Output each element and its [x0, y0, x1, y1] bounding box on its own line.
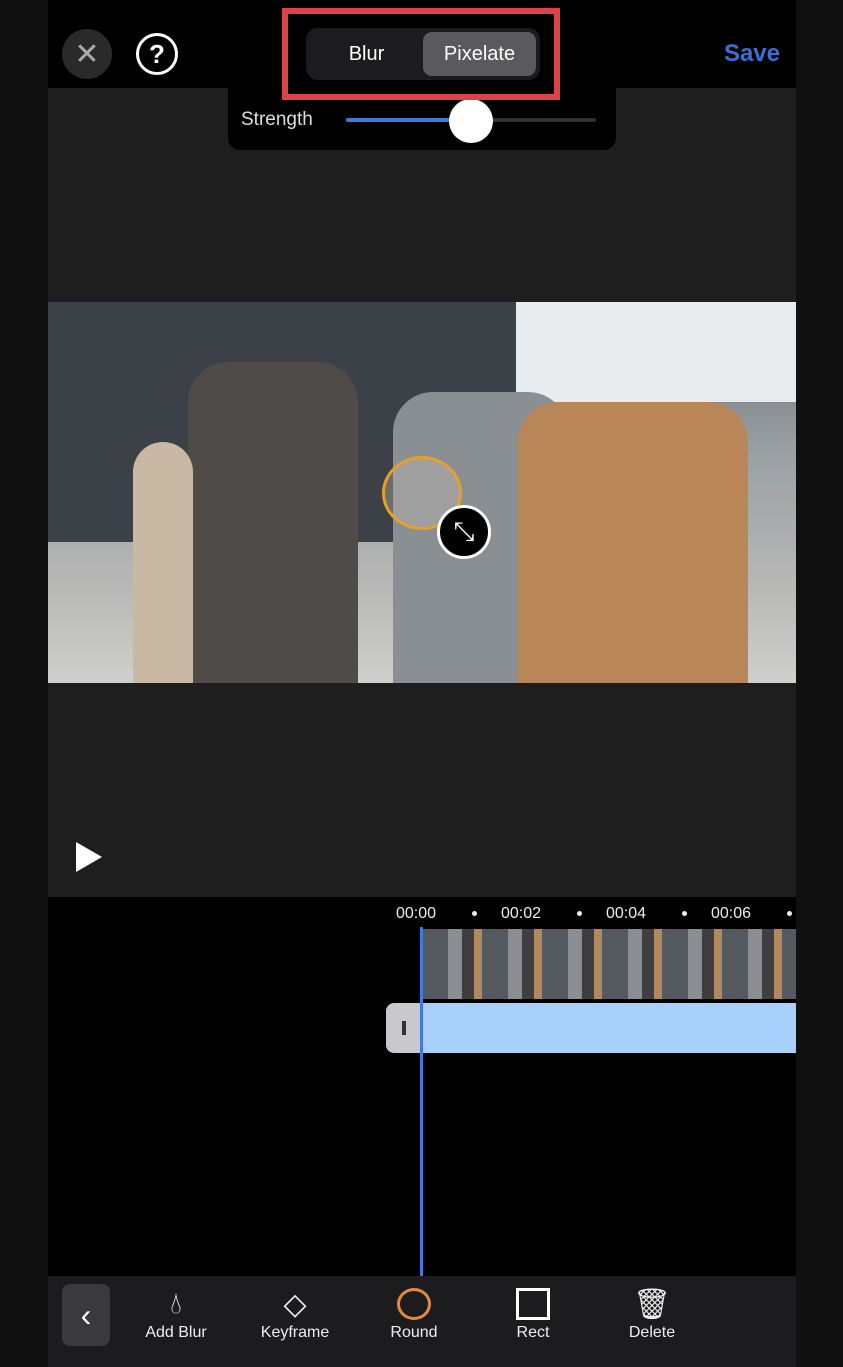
person — [518, 402, 748, 683]
circle-icon — [397, 1288, 431, 1320]
resize-handle[interactable]: ⤡ — [437, 505, 491, 559]
video-thumbnail-strip[interactable] — [422, 929, 796, 999]
add-blur-drop-icon: 💧︎ — [170, 1287, 182, 1320]
tick-dot — [472, 911, 477, 916]
timeline: 00:00 00:02 00:04 00:06 — [48, 897, 796, 1276]
round-button[interactable]: Round — [364, 1284, 464, 1342]
editor-screen: ✕ ? Save Strength Blur Pixelate ⤡ 00:00 … — [48, 0, 796, 1367]
time-ruler: 00:00 00:02 00:04 00:06 — [396, 905, 796, 923]
tick: 00:00 — [396, 905, 437, 922]
strength-slider[interactable] — [346, 99, 596, 143]
bottom-toolbar: ‹ 💧︎ Add Blur ◇ Keyframe Round Rect 🗑︎ D… — [48, 1276, 796, 1367]
person — [133, 442, 193, 683]
tick: 00:04 — [606, 905, 647, 922]
person — [188, 362, 358, 683]
keyframe-diamond-icon: ◇ — [283, 1287, 307, 1321]
trash-icon: 🗑︎ — [632, 1287, 672, 1321]
mode-toggle: Blur Pixelate — [306, 28, 540, 80]
help-icon: ? — [149, 38, 165, 69]
slider-thumb[interactable] — [449, 99, 493, 143]
tick: 00:06 — [711, 905, 752, 922]
tool-label: Round — [390, 1324, 438, 1341]
keyframe-button[interactable]: ◇ Keyframe — [245, 1284, 345, 1342]
blur-track-handle[interactable] — [386, 1003, 422, 1053]
mode-pixelate[interactable]: Pixelate — [423, 32, 536, 76]
chevron-left-icon: ‹ — [80, 1296, 92, 1333]
rect-button[interactable]: Rect — [483, 1284, 583, 1342]
delete-button[interactable]: 🗑︎ Delete — [602, 1284, 702, 1342]
play-button[interactable] — [76, 842, 102, 872]
help-button[interactable]: ? — [136, 33, 178, 75]
strength-label: Strength — [241, 109, 313, 130]
blur-track-segment[interactable] — [422, 1003, 796, 1053]
tool-label: Delete — [628, 1324, 676, 1341]
tool-label: Keyframe — [260, 1324, 330, 1341]
resize-arrows-icon: ⤡ — [453, 516, 475, 546]
tick-dot — [682, 911, 687, 916]
square-icon — [516, 1288, 550, 1320]
close-button[interactable]: ✕ — [62, 29, 112, 79]
video-preview[interactable]: ⤡ — [48, 302, 796, 683]
back-button[interactable]: ‹ — [62, 1284, 110, 1346]
close-icon: ✕ — [74, 37, 100, 71]
mode-blur[interactable]: Blur — [310, 32, 423, 76]
playhead[interactable] — [420, 927, 423, 1276]
sky — [516, 302, 796, 402]
tick-dot — [577, 911, 582, 916]
tick-dot — [787, 911, 792, 916]
tick: 00:02 — [501, 905, 542, 922]
tool-label: Rect — [516, 1324, 550, 1341]
save-button[interactable]: Save — [724, 40, 780, 68]
tool-label: Add Blur — [145, 1324, 207, 1341]
add-blur-button[interactable]: 💧︎ Add Blur — [126, 1284, 226, 1342]
